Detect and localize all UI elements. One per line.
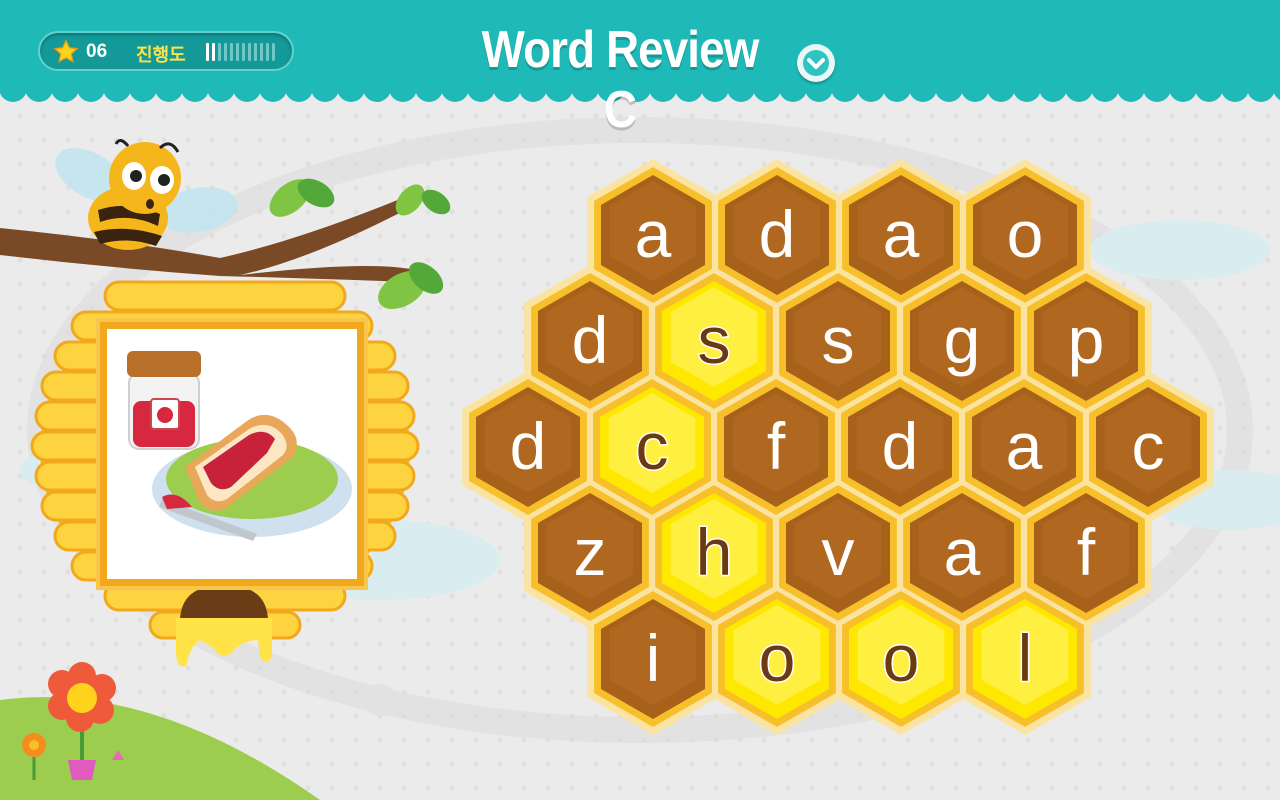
cell-letter: a <box>883 197 920 271</box>
cell-letter: i <box>646 621 661 695</box>
cell-letter: s <box>698 303 731 377</box>
cell-letter: h <box>696 515 733 589</box>
cell-letter: s <box>822 303 855 377</box>
cell-letter: c <box>1132 409 1165 483</box>
cell-letter: l <box>1018 621 1033 695</box>
cell-letter: d <box>759 197 796 271</box>
cell-letter: a <box>635 197 672 271</box>
cell-letter: v <box>822 515 855 589</box>
cell-letter: d <box>572 303 609 377</box>
cell-letter: f <box>1077 515 1096 589</box>
cell-letter: a <box>944 515 981 589</box>
cell-letter: d <box>510 409 547 483</box>
cell-letter: a <box>1006 409 1043 483</box>
cell-letter: o <box>1007 197 1044 271</box>
cell-letter: p <box>1068 303 1105 377</box>
honeycomb-board: a d a od s s g pd c f d a cz h v a fi o o l <box>462 159 1214 735</box>
cell-letter: d <box>882 409 919 483</box>
cell-letter: f <box>767 409 786 483</box>
cell-letter: o <box>759 621 796 695</box>
cell-letter: o <box>883 621 920 695</box>
cell-letter: z <box>574 515 607 589</box>
cell-letter: c <box>636 409 669 483</box>
game-stage: 06 진행도 Word Review C a d a o d s s g p d… <box>0 0 1280 800</box>
cell-letter: g <box>944 303 981 377</box>
